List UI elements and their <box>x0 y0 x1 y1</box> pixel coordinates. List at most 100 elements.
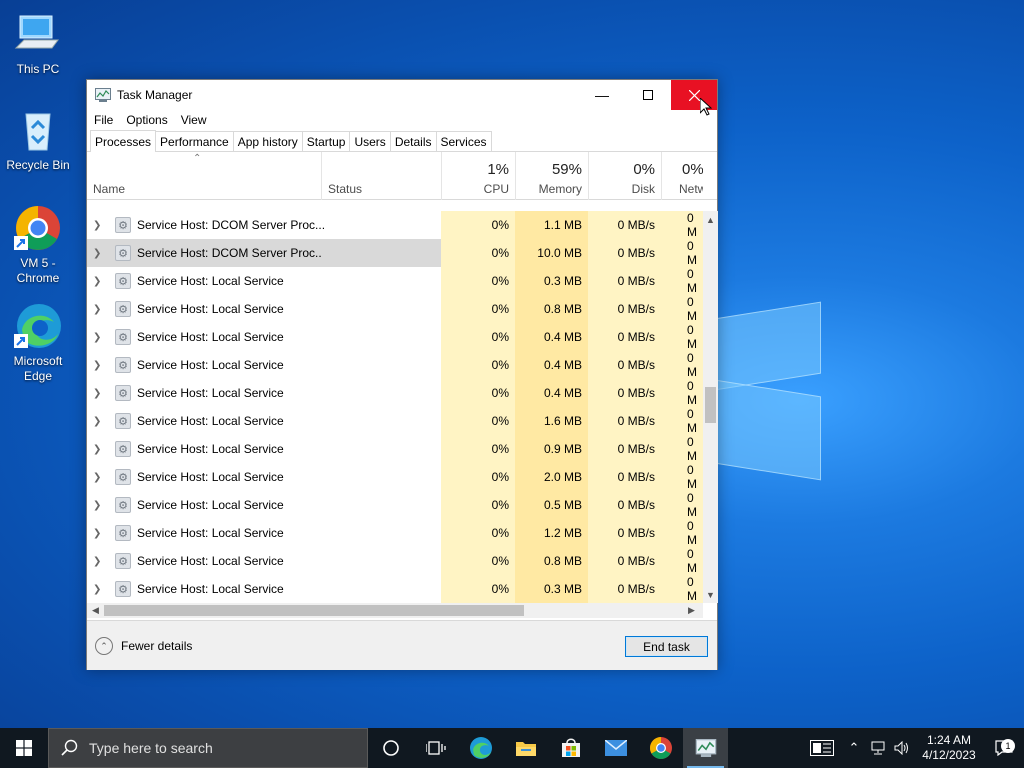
taskbar-clock[interactable]: 1:24 AM 4/12/2023 <box>914 733 984 763</box>
column-header-memory[interactable]: 59% Memory <box>515 152 588 200</box>
close-icon <box>688 89 700 101</box>
tab-performance[interactable]: Performance <box>155 131 234 151</box>
column-header-cpu[interactable]: 1% CPU <box>441 152 515 200</box>
network-icon[interactable] <box>866 741 890 755</box>
process-row[interactable]: ❯ ⚙ Service Host: Local Service 0% 0.4 MB 0 M… <box>87 351 703 379</box>
process-cpu: 0% <box>441 351 515 379</box>
start-button[interactable] <box>0 728 48 768</box>
process-row[interactable]: ❯ ⚙ Service Host: Local Service 0% 0.5 MB 0 M… <box>87 491 703 519</box>
desktop-icon-recycle-bin[interactable]: Recycle Bin <box>2 106 74 173</box>
expand-chevron-icon[interactable]: ❯ <box>93 472 105 483</box>
process-list: ❯ ⚙ Service Host: DCOM Server Proc... 0% 1.1… <box>87 211 703 603</box>
process-network: 0 M <box>661 267 703 295</box>
expand-chevron-icon[interactable]: ❯ <box>93 248 105 259</box>
taskbar-task-manager[interactable] <box>683 728 728 768</box>
expand-chevron-icon[interactable]: ❯ <box>93 556 105 567</box>
expand-chevron-icon[interactable]: ❯ <box>93 584 105 595</box>
tab-app-history[interactable]: App history <box>232 131 303 151</box>
minimize-button[interactable]: — <box>579 80 625 110</box>
tab-services[interactable]: Services <box>435 131 492 151</box>
process-row[interactable]: ❯ ⚙ Service Host: Local Service 0% 0.4 MB 0 M… <box>87 323 703 351</box>
expand-chevron-icon[interactable]: ❯ <box>93 500 105 511</box>
action-center-button[interactable]: 1 <box>984 739 1024 756</box>
process-row[interactable]: ❯ ⚙ Service Host: Local Service 0% 1.2 MB 0 M… <box>87 519 703 547</box>
expand-chevron-icon[interactable]: ❯ <box>93 360 105 371</box>
expand-chevron-icon[interactable]: ❯ <box>93 388 105 399</box>
process-memory: 1.2 MB <box>515 519 588 547</box>
vertical-scrollbar[interactable]: ▲ ▼ <box>703 211 718 603</box>
column-header-network[interactable]: 0% Network <box>661 152 703 200</box>
process-memory: 0.4 MB <box>515 323 588 351</box>
taskbar-search-box[interactable]: Type here to search <box>48 728 368 768</box>
process-memory: 1.6 MB <box>515 407 588 435</box>
expand-chevron-icon[interactable]: ❯ <box>93 332 105 343</box>
volume-icon[interactable] <box>890 741 914 755</box>
process-row[interactable]: ❯ ⚙ Service Host: Local Service 0% 0.3 MB 0 M… <box>87 267 703 295</box>
process-name: Service Host: Local Service <box>137 442 284 456</box>
process-row[interactable]: ❯ ⚙ Service Host: DCOM Server Proc... 0% 10.… <box>87 239 703 267</box>
disk-total-percent: 0% <box>633 161 655 178</box>
fewer-details-toggle[interactable]: ⌃ Fewer details <box>95 637 192 655</box>
process-row[interactable]: ❯ ⚙ Service Host: Local Service 0% 0.8 MB 0 M… <box>87 547 703 575</box>
chevron-up-icon[interactable]: ⌃ <box>842 740 866 756</box>
menu-file[interactable]: File <box>94 113 113 127</box>
taskbar-edge[interactable] <box>458 728 503 768</box>
process-memory: 2.0 MB <box>515 463 588 491</box>
desktop-icon-chrome[interactable]: VM 5 - Chrome <box>2 204 74 286</box>
column-header-disk[interactable]: 0% Disk <box>588 152 661 200</box>
tab-processes[interactable]: Processes <box>90 130 157 152</box>
horizontal-scrollbar[interactable]: ◀ ▶ <box>87 603 703 618</box>
process-row[interactable]: ❯ ⚙ Service Host: Local Service 0% 0.3 MB 0 M… <box>87 575 703 603</box>
taskbar-mail[interactable] <box>593 728 638 768</box>
scroll-up-icon[interactable]: ▲ <box>703 211 718 228</box>
expand-chevron-icon[interactable]: ❯ <box>93 444 105 455</box>
taskbar-file-explorer[interactable] <box>503 728 548 768</box>
vertical-scroll-thumb[interactable] <box>705 387 716 423</box>
gear-icon: ⚙ <box>115 497 131 513</box>
gear-icon: ⚙ <box>115 413 131 429</box>
scroll-left-icon[interactable]: ◀ <box>87 603 104 618</box>
process-row[interactable]: ❯ ⚙ Service Host: DCOM Server Proc... 0% 1.1… <box>87 211 703 239</box>
process-status <box>321 519 441 547</box>
column-header-status[interactable]: Status <box>321 152 441 200</box>
process-disk: 0 MB/s <box>588 519 661 547</box>
horizontal-scroll-thumb[interactable] <box>104 605 524 616</box>
process-row[interactable]: ❯ ⚙ Service Host: Local Service 0% 0.4 MB 0 M… <box>87 379 703 407</box>
title-bar[interactable]: Task Manager — <box>87 80 717 110</box>
process-status <box>321 295 441 323</box>
desktop-icon-edge[interactable]: Microsoft Edge <box>2 302 74 384</box>
process-status <box>321 267 441 295</box>
process-row[interactable]: ❯ ⚙ Service Host: Local Service 0% 1.6 MB 0 M… <box>87 407 703 435</box>
taskbar-chrome[interactable] <box>638 728 683 768</box>
process-row[interactable]: ❯ ⚙ Service Host: Local Service 0% 0.9 MB 0 M… <box>87 435 703 463</box>
process-disk: 0 MB/s <box>588 295 661 323</box>
task-manager-icon <box>95 88 111 102</box>
process-status <box>321 547 441 575</box>
process-disk: 0 MB/s <box>588 407 661 435</box>
taskbar-task-view[interactable] <box>413 728 458 768</box>
desktop-icon-this-pc[interactable]: This PC <box>2 10 74 77</box>
taskbar-store[interactable] <box>548 728 593 768</box>
menu-view[interactable]: View <box>181 113 207 127</box>
process-row[interactable]: ❯ ⚙ Service Host: Local Service 0% 0.8 MB 0 M… <box>87 295 703 323</box>
taskbar-cortana[interactable] <box>368 728 413 768</box>
end-task-button[interactable]: End task <box>625 636 708 657</box>
tab-details[interactable]: Details <box>389 131 437 151</box>
maximize-button[interactable] <box>625 80 671 110</box>
column-label: Disk <box>631 182 655 196</box>
expand-chevron-icon[interactable]: ❯ <box>93 416 105 427</box>
news-widget-icon[interactable] <box>802 740 842 756</box>
minimize-icon: — <box>595 87 609 103</box>
process-row[interactable]: ❯ ⚙ Service Host: Local Service 0% 2.0 MB 0 M… <box>87 463 703 491</box>
scroll-right-icon[interactable]: ▶ <box>683 603 700 618</box>
scroll-down-icon[interactable]: ▼ <box>703 586 718 603</box>
tab-users[interactable]: Users <box>349 131 391 151</box>
expand-chevron-icon[interactable]: ❯ <box>93 528 105 539</box>
expand-chevron-icon[interactable]: ❯ <box>93 304 105 315</box>
expand-chevron-icon[interactable]: ❯ <box>93 276 105 287</box>
expand-chevron-icon[interactable]: ❯ <box>93 220 105 231</box>
tab-startup[interactable]: Startup <box>301 131 351 151</box>
menu-options[interactable]: Options <box>126 113 167 127</box>
column-header-name[interactable]: ⌃ Name <box>87 152 321 200</box>
column-label: Status <box>328 182 363 196</box>
